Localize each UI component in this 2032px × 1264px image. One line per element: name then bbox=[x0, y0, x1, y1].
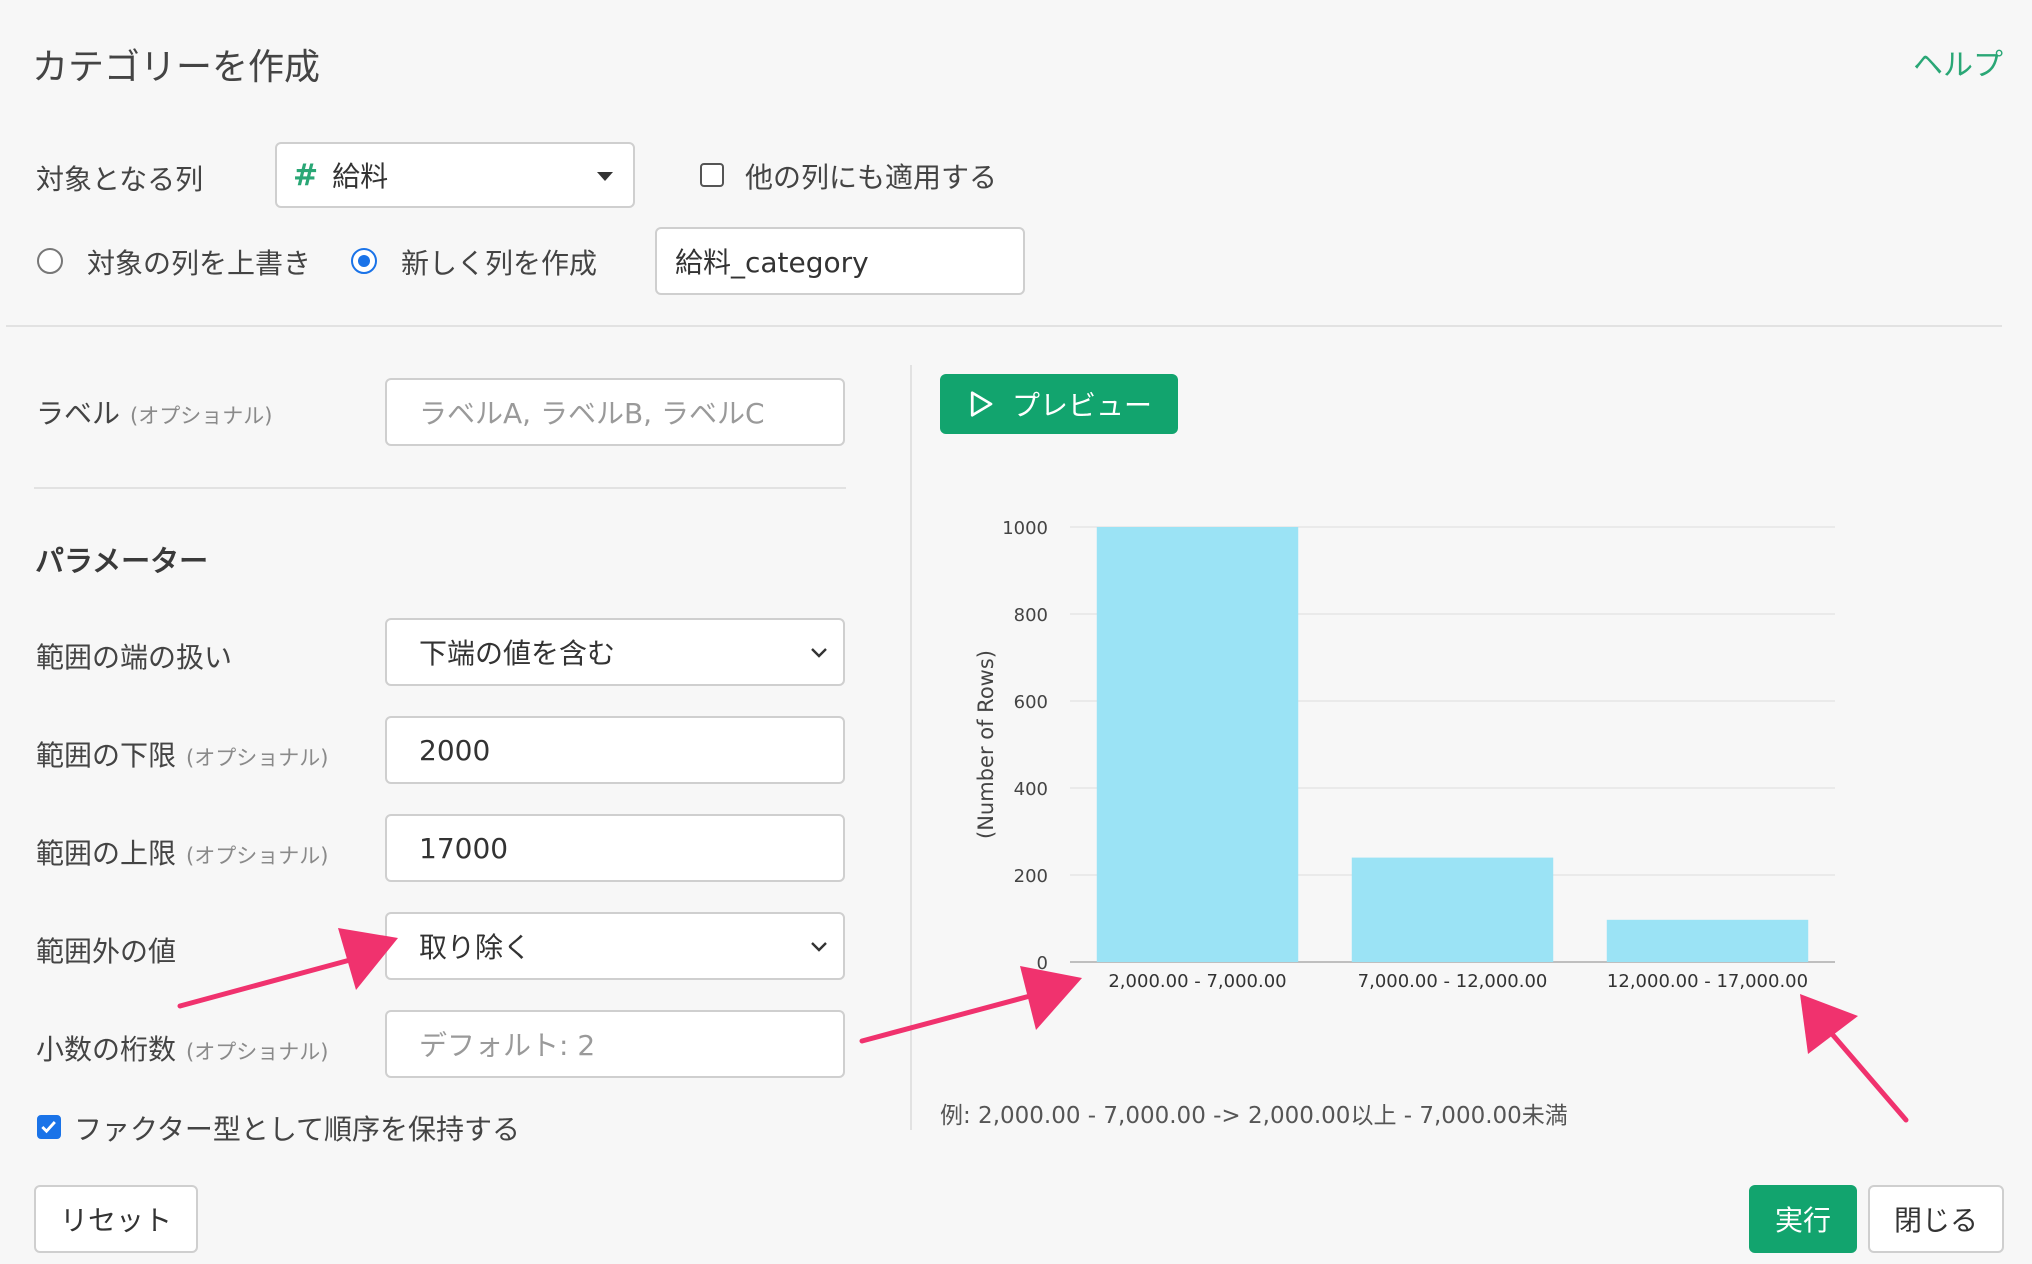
outside-values-select[interactable]: 取り除く bbox=[385, 912, 845, 980]
upper-bound-input[interactable]: 17000 bbox=[385, 814, 845, 882]
y-tick-label: 600 bbox=[1014, 692, 1048, 713]
x-tick-label: 7,000.00 - 12,000.00 bbox=[1358, 971, 1548, 992]
y-tick-label: 800 bbox=[1014, 605, 1048, 626]
target-column-label: 対象となる列 bbox=[36, 163, 204, 196]
example-note: 例: 2,000.00 - 7,000.00 -> 2,000.00以上 - 7… bbox=[940, 1103, 1568, 1129]
apply-others-checkbox[interactable] bbox=[700, 163, 724, 187]
bar bbox=[1096, 527, 1299, 962]
y-tick-label: 400 bbox=[1014, 779, 1048, 800]
label-placeholder: ラベルA, ラベルB, ラベルC bbox=[419, 397, 765, 430]
y-tick-label: 1000 bbox=[1002, 518, 1048, 539]
factor-checkbox[interactable] bbox=[37, 1115, 61, 1139]
target-column-select[interactable]: # 給料 bbox=[275, 142, 635, 208]
label-field-label: ラベル (オプショナル) bbox=[36, 397, 273, 430]
panel-divider bbox=[910, 365, 912, 1130]
apply-others-label: 他の列にも適用する bbox=[745, 161, 998, 194]
lower-bound-label: 範囲の下限 (オプショナル) bbox=[36, 739, 329, 772]
label-input[interactable]: ラベルA, ラベルB, ラベルC bbox=[385, 378, 845, 446]
lower-bound-input[interactable]: 2000 bbox=[385, 716, 845, 784]
decimals-input[interactable]: デフォルト: 2 bbox=[385, 1010, 845, 1078]
new-column-label: 新しく列を作成 bbox=[401, 247, 598, 280]
preview-button-label: プレビュー bbox=[1011, 389, 1152, 422]
help-link[interactable]: ヘルプ bbox=[1913, 40, 2003, 84]
range-edge-select[interactable]: 下端の値を含む bbox=[385, 618, 845, 686]
chevron-down-icon bbox=[811, 648, 827, 658]
preview-button[interactable]: プレビュー bbox=[940, 374, 1178, 434]
caret-down-icon bbox=[597, 172, 613, 181]
reset-button[interactable]: リセット bbox=[34, 1185, 198, 1253]
range-edge-value: 下端の値を含む bbox=[419, 637, 616, 670]
y-tick-label: 200 bbox=[1014, 866, 1048, 887]
numeric-type-icon: # bbox=[293, 157, 319, 193]
range-edge-label: 範囲の端の扱い bbox=[36, 641, 233, 674]
new-column-name-input[interactable]: 給料_category bbox=[655, 227, 1025, 295]
checkmark-icon bbox=[41, 1121, 56, 1134]
new-column-radio[interactable] bbox=[351, 248, 377, 274]
overwrite-radio[interactable] bbox=[37, 248, 63, 274]
outside-values-label: 範囲外の値 bbox=[36, 935, 177, 968]
run-button[interactable]: 実行 bbox=[1749, 1185, 1857, 1253]
lower-bound-value: 2000 bbox=[419, 733, 491, 767]
preview-bar-chart: 0 200 400 600 800 1000 2,000.00 - 7,000.00 7,00… bbox=[974, 518, 1835, 992]
upper-bound-value: 17000 bbox=[419, 831, 509, 865]
top-divider bbox=[6, 325, 2002, 327]
y-tick-label: 0 bbox=[1037, 953, 1048, 974]
overwrite-label: 対象の列を上書き bbox=[87, 247, 312, 280]
new-column-name-value: 給料_category bbox=[675, 246, 869, 279]
x-tick-label: 2,000.00 - 7,000.00 bbox=[1108, 971, 1286, 992]
bar bbox=[1606, 919, 1809, 962]
target-column-value: 給料 bbox=[332, 160, 389, 193]
annotation-arrow bbox=[177, 928, 398, 1009]
upper-bound-label: 範囲の上限 (オプショナル) bbox=[36, 837, 329, 870]
dialog-title: カテゴリーを作成 bbox=[32, 47, 321, 88]
chevron-down-icon bbox=[811, 942, 827, 952]
left-divider bbox=[34, 487, 846, 489]
x-tick-label: 12,000.00 - 17,000.00 bbox=[1607, 971, 1808, 992]
outside-values-value: 取り除く bbox=[419, 931, 532, 964]
factor-label: ファクター型として順序を保持する bbox=[74, 1113, 521, 1146]
play-icon bbox=[970, 391, 993, 417]
close-button[interactable]: 閉じる bbox=[1868, 1185, 2004, 1253]
parameters-heading: パラメーター bbox=[35, 544, 209, 578]
decimals-label: 小数の桁数 (オプショナル) bbox=[36, 1033, 329, 1066]
decimals-placeholder: デフォルト: 2 bbox=[419, 1029, 596, 1062]
y-axis-label: (Number of Rows) bbox=[974, 650, 998, 839]
bar bbox=[1351, 857, 1554, 962]
